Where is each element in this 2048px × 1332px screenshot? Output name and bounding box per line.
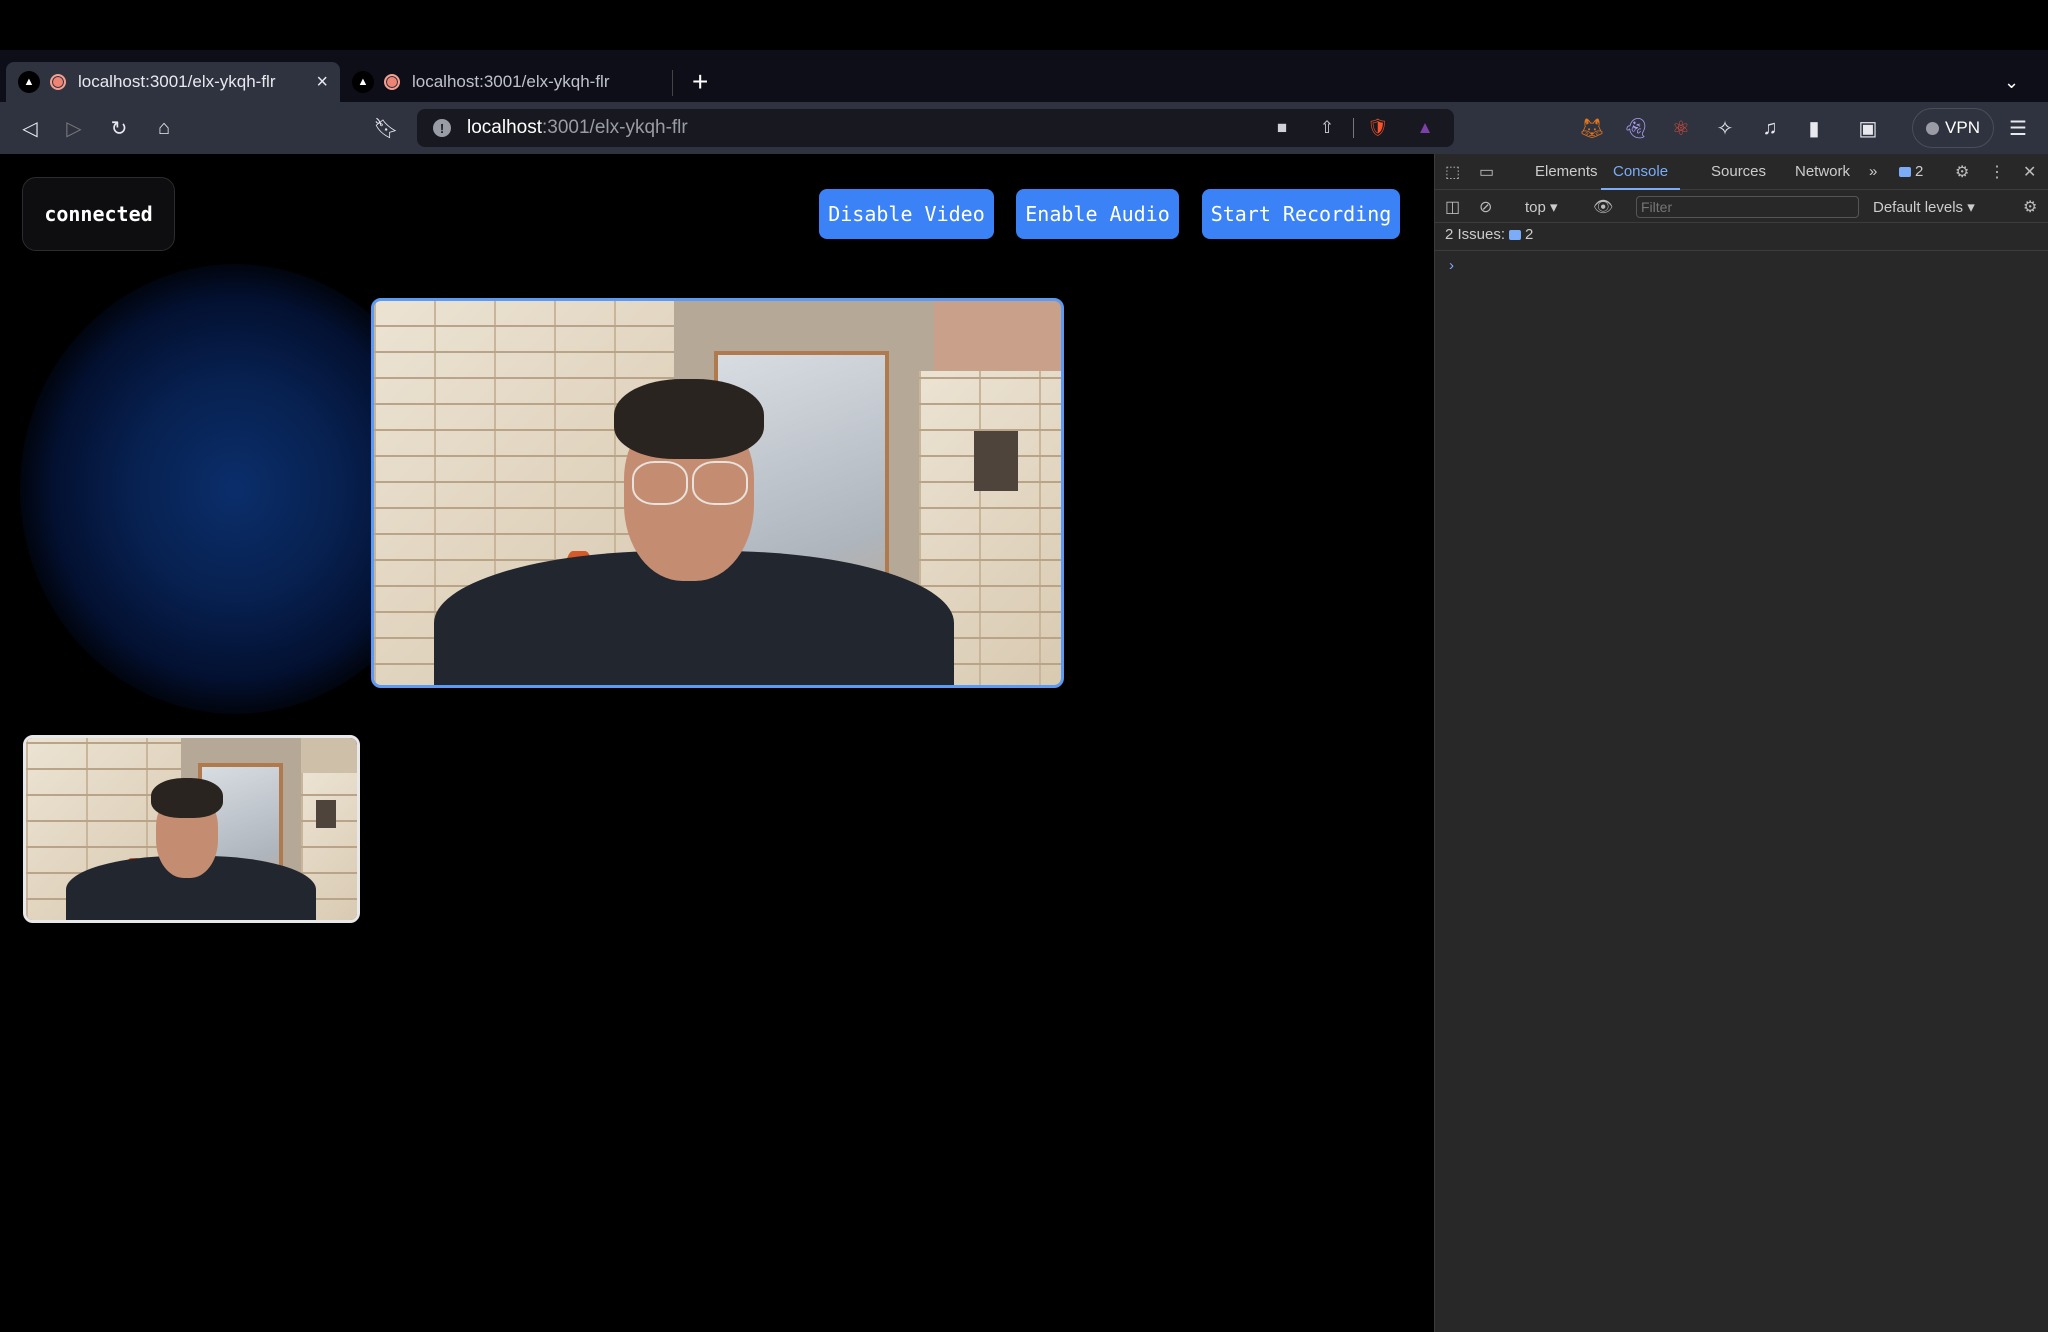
home-icon[interactable]: ⌂: [148, 112, 180, 144]
menu-icon[interactable]: ☰: [2002, 112, 2034, 144]
console-toolbar: ◫ ⊘ top ▾ 👁︎ Default levels ▾ ⚙: [1435, 191, 2048, 223]
devtools-tab-sources[interactable]: Sources: [1711, 154, 1766, 190]
share-icon[interactable]: ⇧: [1312, 113, 1342, 143]
sidebar-toggle-icon[interactable]: ◫: [1445, 197, 1460, 217]
url-path: :3001/elx-ykqh-flr: [542, 117, 688, 138]
console-filter-input[interactable]: [1636, 196, 1859, 218]
forward-icon[interactable]: ▷: [58, 112, 90, 144]
brave-app-icon: ▲: [352, 71, 374, 93]
tab-inactive[interactable]: ▲ localhost:3001/elx-ykqh-flr: [340, 62, 670, 102]
devtools-tabbar: ⬚ ▭ Elements Console Sources Network » 2…: [1435, 154, 2048, 190]
connection-status: connected: [22, 177, 175, 251]
remote-video: [371, 298, 1064, 688]
close-tab-icon[interactable]: ×: [316, 71, 328, 94]
more-tabs-icon[interactable]: »: [1869, 154, 1877, 190]
log-levels-dropdown[interactable]: Default levels ▾: [1873, 198, 1975, 216]
brave-rewards-icon[interactable]: ▲: [1410, 113, 1440, 143]
inspect-element-icon[interactable]: ⬚: [1445, 162, 1460, 182]
settings-icon[interactable]: ⚙: [1955, 162, 1969, 182]
tab-strip: ▲ localhost:3001/elx-ykqh-flr × ▲ localh…: [0, 50, 2048, 102]
vpn-label: VPN: [1945, 118, 1980, 137]
tab-title: localhost:3001/elx-ykqh-flr: [412, 72, 610, 91]
extensions-icon[interactable]: ✧: [1709, 112, 1741, 144]
metamask-extension-icon[interactable]: 🦊︎: [1576, 112, 1608, 144]
devtools-tab-network[interactable]: Network: [1795, 154, 1850, 190]
video-feed: [26, 738, 357, 920]
recording-indicator-icon: [384, 74, 400, 90]
more-options-icon[interactable]: ⋮: [1989, 162, 2005, 182]
reload-icon[interactable]: ↻: [103, 112, 135, 144]
media-icon[interactable]: ♫: [1754, 112, 1786, 144]
url-text[interactable]: localhost:3001/elx-ykqh-flr: [467, 117, 688, 139]
devtools-tab-console[interactable]: Console: [1601, 154, 1681, 190]
close-devtools-icon[interactable]: ✕: [2023, 162, 2036, 182]
browser-toolbar: ◁ ▷ ↻ ⌂ 🔖︎ ! localhost:3001/elx-ykqh-flr…: [0, 102, 2048, 154]
context-selector[interactable]: top ▾: [1525, 198, 1558, 216]
device-toolbar-icon[interactable]: ▭: [1479, 162, 1494, 182]
tab-list-button[interactable]: ⌄: [2004, 62, 2019, 102]
live-expression-icon[interactable]: 👁︎: [1593, 197, 1613, 217]
start-recording-button[interactable]: Start Recording: [1202, 189, 1400, 239]
issues-badge[interactable]: 2: [1895, 154, 1923, 190]
video-feed: [374, 301, 1061, 685]
tab-divider: [672, 70, 673, 96]
disable-video-button[interactable]: Disable Video: [819, 189, 994, 239]
back-icon[interactable]: ◁: [14, 112, 46, 144]
recording-indicator-icon: [50, 74, 66, 90]
issues-summary[interactable]: 2 Issues: 2: [1445, 226, 1533, 243]
tab-active[interactable]: ▲ localhost:3001/elx-ykqh-flr ×: [6, 62, 340, 102]
devtools-panel: ⬚ ▭ Elements Console Sources Network » 2…: [1434, 154, 2048, 1332]
local-video-preview: [23, 735, 360, 923]
new-tab-button[interactable]: +: [692, 62, 708, 102]
vpn-button[interactable]: VPN: [1912, 108, 1994, 148]
url-divider: [1353, 118, 1354, 138]
clear-console-icon[interactable]: ⊘: [1479, 197, 1492, 217]
console-settings-icon[interactable]: ⚙: [2023, 197, 2037, 217]
bookmark-icon[interactable]: 🔖︎: [370, 112, 402, 144]
site-info-icon[interactable]: !: [433, 119, 451, 137]
message-icon: [1899, 167, 1911, 178]
brave-app-icon: ▲: [18, 71, 40, 93]
sidebar-icon[interactable]: ▮: [1798, 112, 1830, 144]
message-icon: [1509, 230, 1522, 241]
camera-in-use-icon[interactable]: ■: [1267, 113, 1297, 143]
menu-bar-area: [0, 0, 2048, 50]
url-host: localhost: [467, 117, 542, 138]
devtools-tab-elements[interactable]: Elements: [1535, 154, 1598, 190]
brave-shields-icon[interactable]: 🛡︎: [1363, 113, 1393, 143]
web-page: connected Disable Video Enable Audio Sta…: [0, 154, 1434, 1332]
enable-audio-button[interactable]: Enable Audio: [1016, 189, 1179, 239]
tab-title: localhost:3001/elx-ykqh-flr: [78, 72, 276, 91]
phantom-extension-icon[interactable]: 👻︎: [1620, 112, 1652, 144]
vpn-status-icon: [1926, 121, 1940, 135]
react-devtools-extension-icon[interactable]: ⚛: [1665, 112, 1697, 144]
console-prompt[interactable]: ›: [1435, 250, 2048, 280]
wallet-icon[interactable]: ▣: [1852, 112, 1884, 144]
address-bar[interactable]: ! localhost:3001/elx-ykqh-flr ■ ⇧ 🛡︎ ▲: [417, 109, 1454, 147]
